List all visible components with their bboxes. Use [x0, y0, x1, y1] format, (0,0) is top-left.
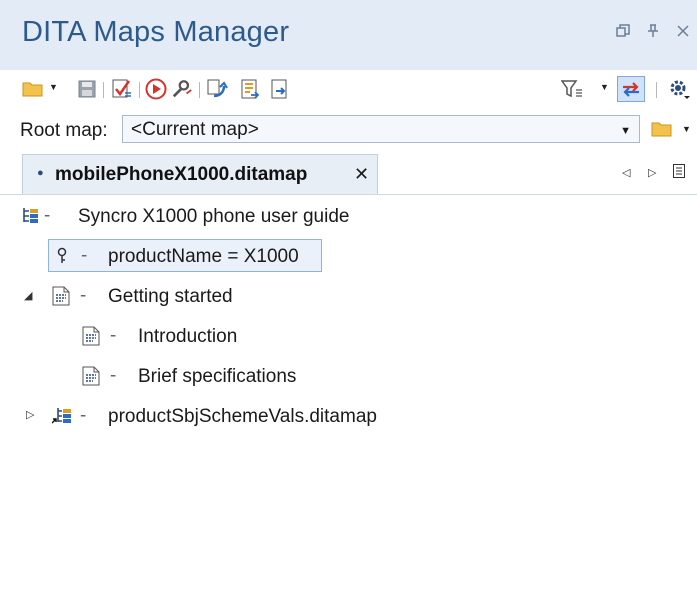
tree-dash: -	[81, 245, 88, 266]
key-icon	[55, 247, 73, 267]
open-folder-icon[interactable]	[22, 78, 44, 100]
run-transformation-icon[interactable]	[145, 78, 167, 100]
pin-icon[interactable]	[645, 24, 661, 43]
topic-icon	[82, 366, 100, 386]
tree-dash: -	[80, 285, 87, 306]
tree-item-label: Brief specifications	[138, 366, 297, 387]
open-map-in-editor-icon[interactable]	[239, 78, 261, 100]
browse-folder-icon[interactable]	[651, 118, 673, 140]
tree-item-label: Introduction	[138, 326, 238, 347]
scroll-tabs-left-icon[interactable]: ◁	[622, 166, 630, 179]
toolbar-separator	[139, 82, 140, 98]
chevron-down-icon[interactable]: ▼	[620, 125, 631, 137]
refactor-icon[interactable]	[206, 78, 228, 100]
tab-list-menu-icon[interactable]	[673, 164, 685, 181]
scroll-tabs-right-icon[interactable]: ▷	[648, 166, 656, 179]
topic-icon	[82, 326, 100, 346]
tree-item-label: Getting started	[108, 286, 233, 307]
configure-transformation-icon[interactable]	[171, 78, 193, 100]
submap-icon	[51, 406, 71, 426]
tree-item-key-definition[interactable]: - productName = X1000	[48, 239, 322, 272]
ditamap-root-icon	[22, 206, 40, 226]
toolbar-separator	[103, 82, 104, 98]
toolbar-separator	[656, 82, 657, 98]
tree-item-introduction[interactable]: - Introduction	[82, 320, 322, 352]
root-map-combobox[interactable]: <Current map> ▼	[122, 115, 640, 143]
window-controls	[615, 24, 691, 43]
topic-icon	[52, 286, 70, 306]
filter-icon[interactable]	[561, 78, 583, 100]
open-resource-icon[interactable]	[269, 78, 291, 100]
tree-item-submap[interactable]: - productSbjSchemeVals.ditamap	[51, 400, 452, 432]
toolbar-separator	[199, 82, 200, 98]
tree-item-brief-specifications[interactable]: - Brief specifications	[82, 360, 362, 392]
link-with-editor-icon[interactable]	[617, 76, 645, 102]
close-icon[interactable]	[675, 24, 691, 43]
toolbar: ▼ ▼	[0, 70, 697, 108]
root-map-selected-value: <Current map>	[131, 119, 259, 140]
tab-mobilephonex1000[interactable]: ● mobilePhoneX1000.ditamap ✕	[22, 154, 378, 194]
tree-item-getting-started[interactable]: - Getting started	[52, 280, 312, 312]
editor-tab-bar: ● mobilePhoneX1000.ditamap ✕ ◁ ▷	[0, 152, 697, 195]
view-title-bar: DITA Maps Manager	[0, 0, 697, 70]
tree-dash: -	[44, 205, 51, 226]
tree-item-root-map[interactable]: - Syncro X1000 phone user guide	[22, 200, 382, 232]
settings-gear-icon[interactable]	[668, 78, 690, 100]
root-map-label: Root map:	[20, 120, 108, 141]
tab-close-icon[interactable]: ✕	[354, 164, 369, 185]
tree-dash: -	[80, 405, 87, 426]
collapse-triangle-icon[interactable]: ◢	[24, 289, 32, 302]
restore-icon[interactable]	[615, 24, 631, 43]
tree-item-label: Syncro X1000 phone user guide	[78, 206, 350, 227]
tree-dash: -	[110, 365, 117, 386]
filter-dropdown-arrow-icon[interactable]: ▼	[600, 82, 609, 92]
tab-label: mobilePhoneX1000.ditamap	[55, 164, 308, 185]
validate-icon[interactable]	[111, 78, 133, 100]
expand-triangle-icon[interactable]: ▷	[26, 408, 34, 421]
open-dropdown-arrow-icon[interactable]: ▼	[49, 82, 58, 92]
save-icon[interactable]	[76, 78, 98, 100]
modified-indicator-icon: ●	[37, 167, 44, 179]
tree-item-label: productSbjSchemeVals.ditamap	[108, 406, 377, 427]
browse-dropdown-arrow-icon[interactable]: ▼	[682, 124, 691, 134]
root-map-row: Root map: <Current map> ▼ ▼	[0, 110, 697, 150]
tree-item-label: productName = X1000	[108, 246, 299, 267]
tree-dash: -	[110, 325, 117, 346]
dita-map-tree: - Syncro X1000 phone user guide - produc…	[0, 196, 697, 613]
view-title: DITA Maps Manager	[22, 16, 290, 48]
